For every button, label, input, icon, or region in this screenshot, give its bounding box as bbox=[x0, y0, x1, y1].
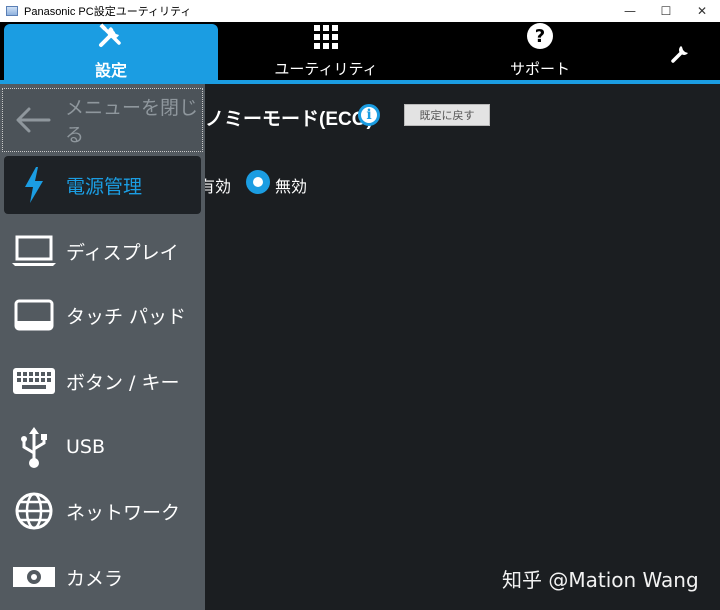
main-content: ノミーモード(ECO) i 既定に戻す 有効 無効 bbox=[199, 84, 720, 610]
sidebar-item-network[interactable]: ネットワーク bbox=[4, 482, 201, 540]
back-arrow-icon bbox=[15, 107, 51, 133]
globe-icon bbox=[8, 482, 60, 540]
svg-text:?: ? bbox=[535, 26, 545, 47]
sidebar-item-camera[interactable]: カメラ bbox=[4, 548, 201, 606]
window-title: Panasonic PC設定ユーティリティ bbox=[24, 6, 192, 18]
sidebar-item-label: USB bbox=[66, 436, 106, 458]
sidebar-item-power[interactable]: 電源管理 bbox=[4, 156, 201, 214]
app-icon bbox=[6, 6, 18, 16]
tab-settings-label: 設定 bbox=[94, 61, 127, 80]
title-bar: Panasonic PC設定ユーティリティ — ☐ ✕ bbox=[0, 0, 720, 22]
tab-utility[interactable]: ユーティリティ bbox=[226, 22, 426, 82]
question-icon: ? bbox=[526, 22, 554, 54]
tab-settings[interactable]: 設定 bbox=[4, 23, 218, 84]
close-menu-label: メニューを閉じる bbox=[65, 97, 199, 146]
top-navigation: 設定 ユーティリティ ? サポート bbox=[0, 22, 720, 84]
sidebar-item-label: 電源管理 bbox=[66, 175, 143, 198]
sidebar-item-buttons-keys[interactable]: ボタン / キー bbox=[4, 352, 201, 410]
sidebar-item-label: ボタン / キー bbox=[66, 371, 180, 394]
setting-title: ノミーモード(ECO) bbox=[205, 109, 373, 130]
keyboard-icon bbox=[8, 352, 60, 410]
close-window-button[interactable]: ✕ bbox=[684, 0, 720, 22]
tools-icon bbox=[97, 23, 125, 53]
maximize-button[interactable]: ☐ bbox=[648, 0, 684, 22]
sidebar-item-label: タッチ パッド bbox=[66, 305, 187, 328]
radio-dot bbox=[253, 177, 263, 187]
close-menu-button[interactable]: メニューを閉じる bbox=[2, 88, 203, 152]
tab-utility-label: ユーティリティ bbox=[274, 60, 378, 78]
touchpad-icon bbox=[8, 286, 60, 344]
usb-icon bbox=[8, 418, 60, 476]
laptop-icon bbox=[8, 222, 60, 280]
sidebar-item-display[interactable]: ディスプレイ bbox=[4, 222, 201, 280]
tab-support[interactable]: ? サポート bbox=[440, 22, 640, 82]
info-icon[interactable]: i bbox=[358, 104, 380, 126]
camera-icon bbox=[8, 548, 60, 606]
wrench-icon[interactable] bbox=[670, 42, 692, 68]
radio-disabled[interactable] bbox=[246, 170, 270, 194]
window-controls: — ☐ ✕ bbox=[612, 0, 720, 22]
sidebar-item-label: ディスプレイ bbox=[66, 241, 179, 264]
minimize-button[interactable]: — bbox=[612, 0, 648, 22]
sidebar-item-label: ネットワーク bbox=[66, 501, 181, 524]
grid-icon bbox=[313, 24, 339, 54]
reset-default-button[interactable]: 既定に戻す bbox=[404, 104, 490, 126]
option-disabled-label[interactable]: 無効 bbox=[275, 173, 307, 197]
watermark-text: 知乎 @Mation Wang bbox=[502, 568, 699, 592]
sidebar-menu: メニューを閉じる 電源管理 ディスプレイ タッチ パッド ボタン / キー US… bbox=[0, 84, 205, 610]
tab-support-label: サポート bbox=[509, 60, 570, 78]
sidebar-item-label: カメラ bbox=[66, 567, 124, 590]
lightning-icon bbox=[8, 156, 60, 214]
sidebar-item-touchpad[interactable]: タッチ パッド bbox=[4, 286, 201, 344]
sidebar-item-usb[interactable]: USB bbox=[4, 418, 201, 476]
